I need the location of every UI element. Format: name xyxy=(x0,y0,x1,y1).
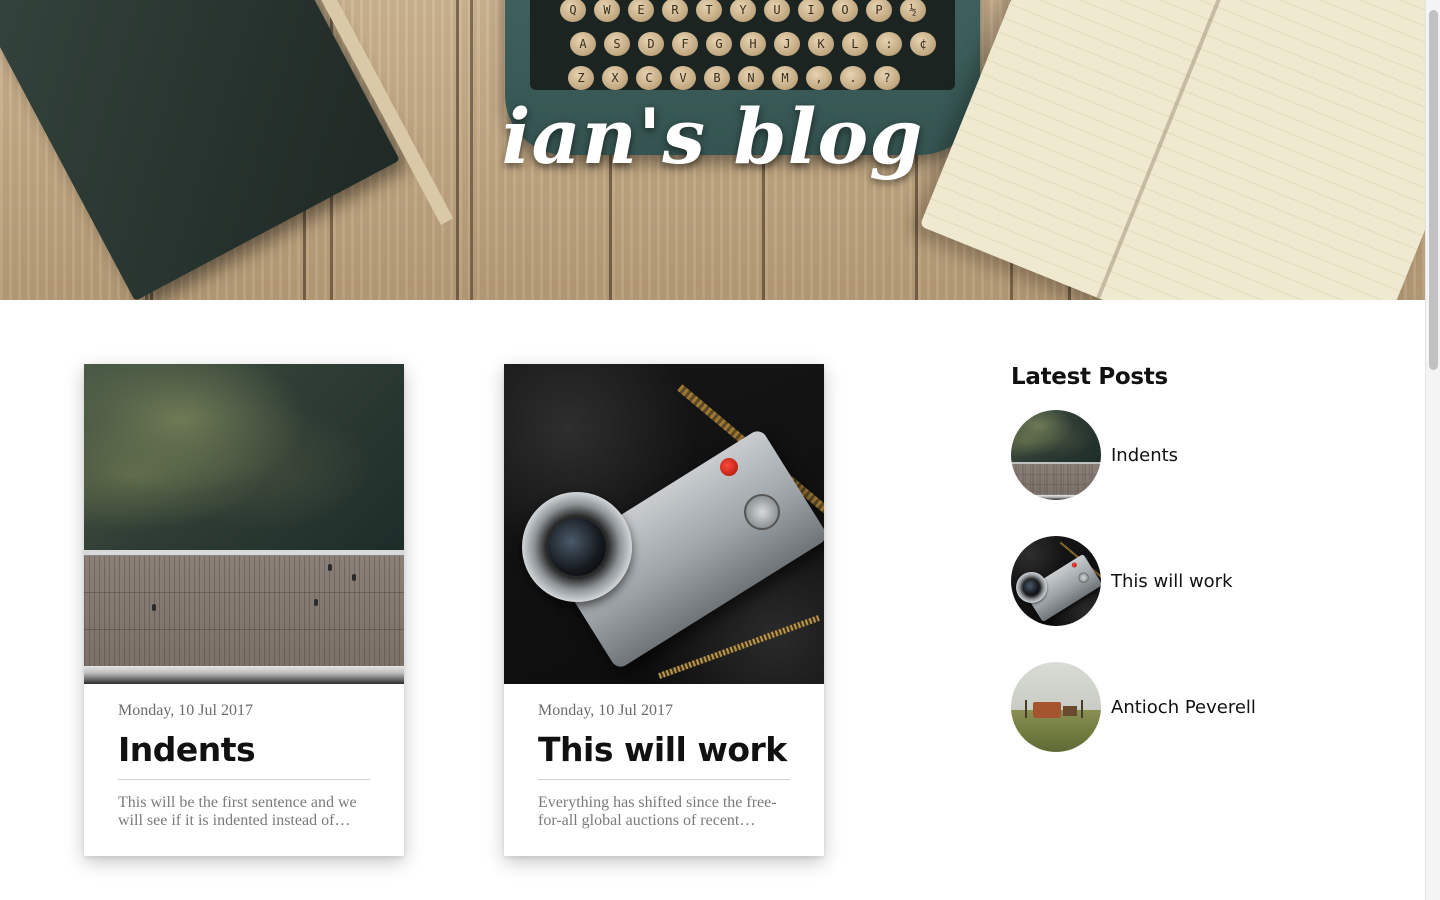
typewriter-key: H xyxy=(740,32,766,56)
post-date: Monday, 10 Jul 2017 xyxy=(118,702,253,719)
typewriter-key: , xyxy=(806,66,832,90)
field-hut xyxy=(1063,706,1077,716)
latest-posts-sidebar: Latest Posts Indents This will work Anti… xyxy=(1011,364,1351,752)
typewriter-key: S xyxy=(604,32,630,56)
pier-deck xyxy=(84,556,404,666)
latest-post-thumbnail[interactable] xyxy=(1011,410,1101,500)
latest-post-thumbnail[interactable] xyxy=(1011,536,1101,626)
typewriter-key: V xyxy=(670,66,696,90)
typewriter-key: F xyxy=(672,32,698,56)
person-figure xyxy=(352,574,356,581)
blog-title[interactable]: ian's blog xyxy=(0,92,1425,181)
post-excerpt: Everything has shifted since the free-fo… xyxy=(538,794,777,829)
typewriter-key: L xyxy=(842,32,868,56)
camera-dial xyxy=(744,494,780,530)
post-card-indents[interactable]: Monday, 10 Jul 2017 Indents This will be… xyxy=(84,364,404,856)
latest-post-thumbnail[interactable] xyxy=(1011,662,1101,752)
person-figure xyxy=(152,604,156,611)
typewriter-key: B xyxy=(704,66,730,90)
latest-post-label[interactable]: This will work xyxy=(1111,571,1233,592)
typewriter-key: P xyxy=(866,0,892,22)
typewriter-key: . xyxy=(840,66,866,90)
typewriter-key: Z xyxy=(568,66,594,90)
typewriter-key: U xyxy=(764,0,790,22)
typewriter-key: K xyxy=(808,32,834,56)
latest-post-antioch-peverell[interactable]: Antioch Peverell xyxy=(1011,662,1351,752)
typewriter-key: E xyxy=(628,0,654,22)
typewriter-key: : xyxy=(876,32,902,56)
typewriter-key: T xyxy=(696,0,722,22)
page-scrollbar[interactable] xyxy=(1425,0,1440,900)
post-image-camera[interactable] xyxy=(504,364,824,684)
typewriter-key: M xyxy=(772,66,798,90)
key-row: A S D F G H J K L: ¢ xyxy=(570,32,936,56)
typewriter-key: ? xyxy=(874,66,900,90)
person-figure xyxy=(314,599,318,606)
key-row: Z X C V B N M,.? xyxy=(568,66,900,90)
typewriter-key: Q xyxy=(560,0,586,22)
person-figure xyxy=(328,564,332,571)
post-excerpt: This will be the first sentence and we w… xyxy=(118,794,357,829)
field-pole xyxy=(1081,700,1083,718)
typewriter-key: G xyxy=(706,32,732,56)
camera-shutter-button xyxy=(720,458,738,476)
typewriter-keyboard: QWERTYUIOP½ A S D F G H J K L: ¢ Z X C V B N M,.? xyxy=(530,0,955,90)
key-row: QWERTYUIOP½ xyxy=(560,0,926,22)
post-title[interactable]: Indents xyxy=(118,730,370,780)
typewriter-key: D xyxy=(638,32,664,56)
typewriter-key: W xyxy=(594,0,620,22)
hero-banner: QWERTYUIOP½ A S D F G H J K L: ¢ Z X C V B N M,.? ian's… xyxy=(0,0,1425,300)
typewriter-key: A xyxy=(570,32,596,56)
typewriter-key: O xyxy=(832,0,858,22)
camera-lens-glass xyxy=(548,518,606,576)
sidebar-heading: Latest Posts xyxy=(1011,364,1168,390)
post-card-body: Monday, 10 Jul 2017 This will work Every… xyxy=(538,702,790,830)
field-pole xyxy=(1025,700,1027,718)
latest-post-label[interactable]: Antioch Peverell xyxy=(1111,697,1256,718)
field-hut xyxy=(1033,702,1061,718)
typewriter-key: J xyxy=(774,32,800,56)
post-date: Monday, 10 Jul 2017 xyxy=(538,702,673,719)
post-image-pier[interactable] xyxy=(84,364,404,684)
scrollbar-thumb[interactable] xyxy=(1429,10,1438,370)
latest-post-this-will-work[interactable]: This will work xyxy=(1011,536,1351,626)
typewriter-key: ¢ xyxy=(910,32,936,56)
typewriter-key: Y xyxy=(730,0,756,22)
typewriter-key: C xyxy=(636,66,662,90)
typewriter-key: ½ xyxy=(900,0,926,22)
typewriter-key: N xyxy=(738,66,764,90)
typewriter-key: I xyxy=(798,0,824,22)
pier-edge xyxy=(84,666,404,684)
latest-post-indents[interactable]: Indents xyxy=(1011,410,1351,500)
post-card-body: Monday, 10 Jul 2017 Indents This will be… xyxy=(118,702,370,830)
typewriter-key: X xyxy=(602,66,628,90)
post-title[interactable]: This will work xyxy=(538,730,790,780)
latest-post-label[interactable]: Indents xyxy=(1111,445,1178,466)
pier-water xyxy=(84,364,404,550)
typewriter-key: R xyxy=(662,0,688,22)
post-card-this-will-work[interactable]: Monday, 10 Jul 2017 This will work Every… xyxy=(504,364,824,856)
